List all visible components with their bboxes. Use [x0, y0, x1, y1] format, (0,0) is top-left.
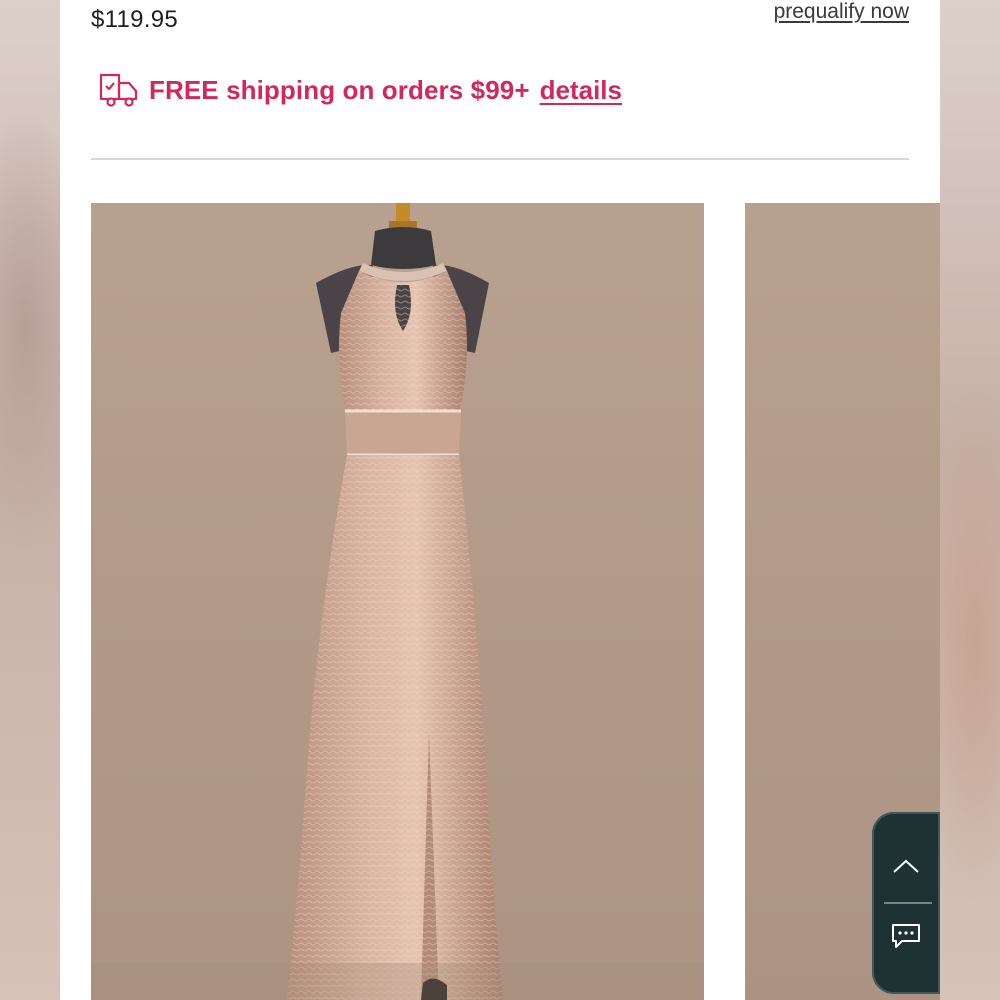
dress-illustration: [91, 203, 704, 1000]
shipping-banner: FREE shipping on orders $99+ details: [99, 70, 622, 110]
product-image-main[interactable]: [91, 203, 704, 1000]
chevron-up-icon: [893, 859, 919, 873]
floating-action-panel: [872, 812, 940, 994]
product-page: $119.95 prequalify now FREE shipping on …: [60, 0, 940, 1000]
shipping-details-link[interactable]: details: [540, 75, 622, 106]
chat-bubble-icon: [892, 924, 920, 948]
shipping-message: FREE shipping on orders $99+: [149, 74, 530, 105]
prequalify-link[interactable]: prequalify now: [774, 0, 909, 24]
chat-button[interactable]: [872, 896, 940, 976]
delivery-truck-icon: [99, 73, 138, 107]
scroll-to-top-button[interactable]: [872, 826, 940, 906]
section-divider: [91, 158, 909, 160]
product-price: $119.95: [91, 6, 179, 33]
